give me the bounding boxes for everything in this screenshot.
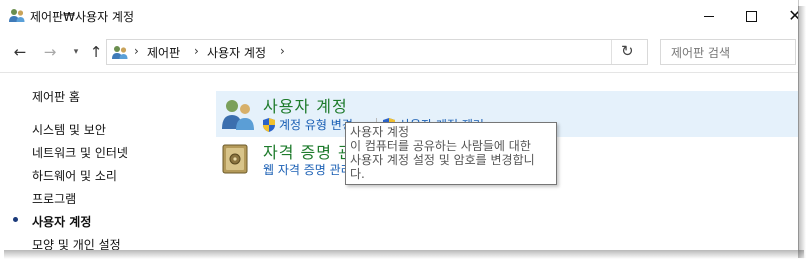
minimize-button[interactable] [686, 0, 732, 32]
tooltip-line: 이 컴퓨터를 공유하는 사람들에 대한 [350, 139, 531, 153]
refresh-icon[interactable]: ↻ [621, 42, 634, 60]
chevron-right-icon[interactable]: › [194, 44, 199, 58]
forward-button[interactable]: → [40, 42, 60, 62]
link-change-account-type[interactable]: 계정 유형 변경 [279, 116, 353, 133]
tooltip-title: 사용자 계정 [350, 125, 410, 139]
close-button[interactable]: ✕ [772, 0, 798, 32]
address-divider [611, 40, 612, 64]
sidebar-item-network-internet[interactable]: 네트워크 및 인터넷 [32, 144, 128, 161]
recent-locations-button[interactable]: ▾ [66, 42, 86, 62]
link-manage-web-credentials[interactable]: 웹 자격 증명 관리 [263, 161, 352, 178]
chevron-right-icon[interactable]: › [134, 44, 139, 58]
title-bar: 제어판₩사용자 계정 ✕ [0, 0, 798, 32]
active-bullet-icon [13, 217, 18, 222]
sidebar-item-control-panel-home[interactable]: 제어판 홈 [32, 88, 80, 105]
breadcrumb-user-accounts[interactable]: 사용자 계정 [207, 44, 266, 61]
category-title-user-accounts[interactable]: 사용자 계정 [263, 93, 348, 117]
arrow-right-icon: → [43, 43, 57, 61]
arrow-left-icon: ← [13, 43, 27, 61]
tooltip-line: 다. [350, 167, 365, 181]
sidebar-item-appearance-personalization[interactable]: 모양 및 개인 설정 [32, 236, 121, 250]
arrow-up-icon: ↑ [89, 43, 103, 61]
search-input[interactable]: 제어판 검색 [660, 39, 796, 65]
sidebar-item-programs[interactable]: 프로그램 [32, 190, 76, 207]
search-placeholder: 제어판 검색 [671, 46, 731, 60]
up-button[interactable]: ↑ [86, 42, 106, 62]
chevron-right-icon[interactable]: › [280, 44, 285, 58]
users-icon [9, 9, 25, 22]
window-shadow [4, 250, 804, 259]
control-panel-icon [112, 46, 128, 59]
uac-shield-icon [263, 118, 275, 132]
address-bar[interactable]: › 제어판 › 사용자 계정 › ↻ [106, 39, 648, 65]
sidebar-item-system-security[interactable]: 시스템 및 보안 [32, 121, 106, 138]
tooltip-line: 사용자 계정 설정 및 암호를 변경합니 [350, 153, 535, 167]
users-icon[interactable] [220, 97, 256, 131]
navigation-bar: ← → ▾ ↑ › 제어판 › 사용자 계정 › ↻ 제어판 검색 [0, 32, 798, 73]
sidebar-item-hardware-sound[interactable]: 하드웨어 및 소리 [32, 167, 117, 184]
chevron-down-icon: ▾ [73, 47, 79, 57]
control-panel-window: 제어판₩사용자 계정 ✕ ← → ▾ ↑ › 제어판 › 사용자 계정 › ↻ … [0, 0, 799, 250]
sidebar-item-user-accounts[interactable]: 사용자 계정 [32, 213, 91, 230]
sidebar: 제어판 홈 시스템 및 보안 네트워크 및 인터넷 하드웨어 및 소리 프로그램… [0, 73, 200, 250]
window-shadow [798, 6, 806, 258]
maximize-icon [745, 10, 757, 22]
tooltip: 사용자 계정 이 컴퓨터를 공유하는 사람들에 대한 사용자 계정 설정 및 암… [345, 122, 557, 185]
breadcrumb-control-panel[interactable]: 제어판 [147, 44, 180, 61]
back-button[interactable]: ← [10, 42, 30, 62]
minimize-icon [704, 15, 714, 17]
window-title: 제어판₩사용자 계정 [30, 10, 135, 24]
credential-safe-icon[interactable] [222, 143, 248, 175]
maximize-button[interactable] [728, 0, 774, 32]
